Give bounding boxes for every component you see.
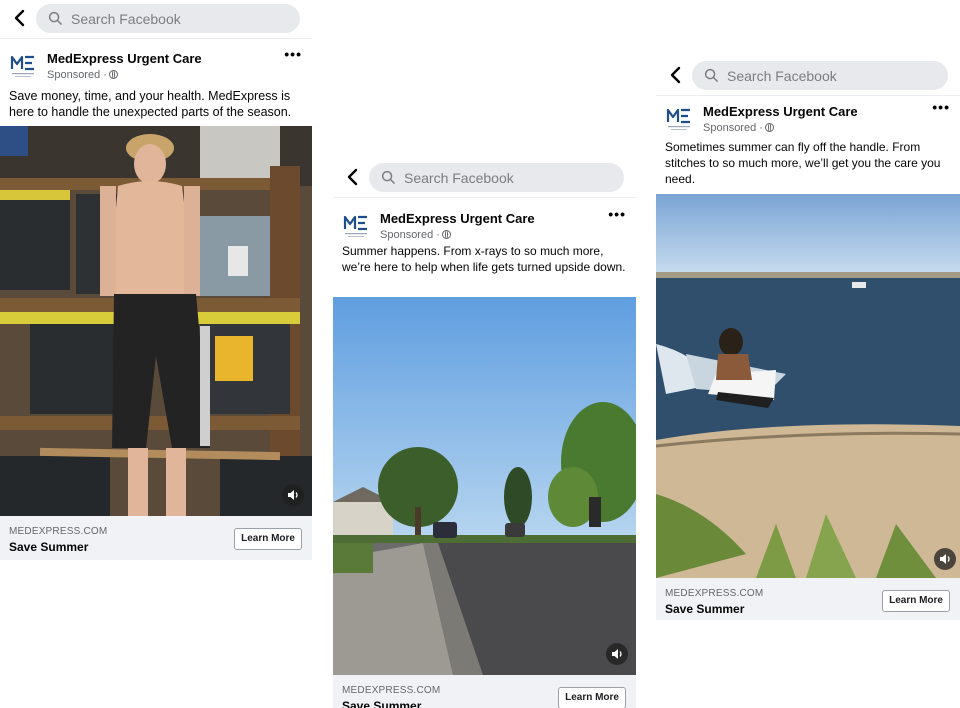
medexpress-logo[interactable] [665,105,695,133]
link-headline[interactable]: Save Summer [665,602,744,616]
page-name[interactable]: MedExpress Urgent Care [703,104,858,119]
ad-video[interactable] [656,194,960,578]
globe-icon [441,230,451,239]
post-header: MedExpress Urgent Care Sponsored · ••• [0,46,312,88]
search-bar[interactable]: Search Facebook [369,163,624,192]
post-text: Summer happens. From x-rays to so much m… [342,244,626,274]
page-name[interactable]: MedExpress Urgent Care [380,211,535,226]
sound-toggle-icon[interactable] [606,643,628,665]
top-bar: Search Facebook [333,159,636,198]
search-icon [381,170,395,184]
medexpress-logo[interactable] [9,52,39,80]
sound-toggle-icon[interactable] [934,548,956,570]
video-frame-garage [0,126,312,516]
more-options-icon[interactable]: ••• [284,46,302,62]
sponsored-text: Sponsored · [380,229,440,241]
top-bar: Search Facebook [656,57,960,96]
search-placeholder: Search Facebook [71,11,181,27]
cta-bar: MEDEXPRESS.COM Save Summer Learn More [333,675,636,708]
globe-icon [108,70,118,79]
top-bar: Search Facebook [0,0,312,39]
ad-screen-1: Search Facebook MedExpress Urgent Care S… [0,0,312,560]
cta-bar: MEDEXPRESS.COM Save Summer Learn More [0,516,312,560]
page-name[interactable]: MedExpress Urgent Care [47,51,202,66]
ad-screen-2: Search Facebook MedExpress Urgent Care S… [333,153,636,708]
sponsored-text: Sponsored · [47,69,107,81]
search-bar[interactable]: Search Facebook [692,61,948,90]
search-icon [48,11,62,25]
search-placeholder: Search Facebook [404,170,514,186]
back-arrow-icon[interactable] [666,65,686,85]
learn-more-button[interactable]: Learn More [234,528,302,550]
back-arrow-icon[interactable] [10,8,30,28]
video-frame-jetski [656,194,960,578]
back-arrow-icon[interactable] [343,167,363,187]
link-domain: MEDEXPRESS.COM [342,685,441,696]
link-headline[interactable]: Save Summer [342,699,421,708]
post-header: MedExpress Urgent Care Sponsored · ••• [333,206,636,248]
cta-bar: MEDEXPRESS.COM Save Summer Learn More [656,578,960,620]
post-header: MedExpress Urgent Care Sponsored · ••• [656,99,960,141]
video-frame-street [333,297,636,675]
ad-video[interactable] [333,297,636,675]
ad-screen-3: Search Facebook MedExpress Urgent Care S… [656,57,960,620]
search-bar[interactable]: Search Facebook [36,4,300,33]
link-headline[interactable]: Save Summer [9,540,88,554]
sponsored-label: Sponsored · [703,122,774,134]
ad-video[interactable] [0,126,312,516]
link-domain: MEDEXPRESS.COM [665,588,764,599]
more-options-icon[interactable]: ••• [932,99,950,115]
link-domain: MEDEXPRESS.COM [9,526,108,537]
sponsored-label: Sponsored · [380,229,451,241]
medexpress-logo[interactable] [342,212,372,240]
learn-more-button[interactable]: Learn More [882,590,950,612]
sponsored-text: Sponsored · [703,122,763,134]
sound-toggle-icon[interactable] [282,484,304,506]
search-icon [704,68,718,82]
search-placeholder: Search Facebook [727,68,837,84]
learn-more-button[interactable]: Learn More [558,687,626,708]
globe-icon [764,123,774,132]
more-options-icon[interactable]: ••• [608,206,626,222]
post-text: Save money, time, and your health. MedEx… [9,89,292,119]
sponsored-label: Sponsored · [47,69,118,81]
post-text: Sometimes summer can fly off the handle.… [665,140,941,186]
